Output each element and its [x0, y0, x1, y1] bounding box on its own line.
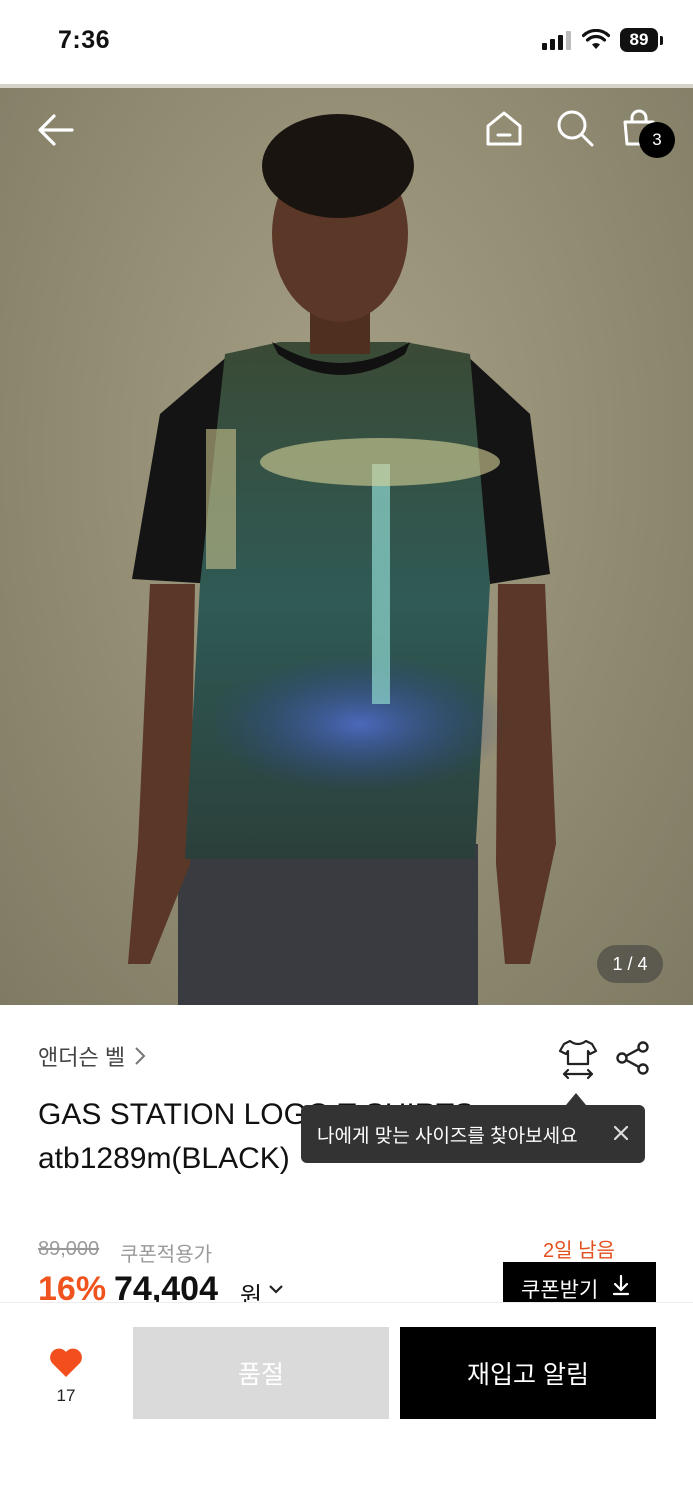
like-count: 17 [56, 1386, 76, 1405]
cart-count-badge: 3 [639, 122, 675, 158]
search-button[interactable] [555, 108, 595, 153]
share-icon [616, 1041, 649, 1075]
coupon-days-left: 2일 남음 [543, 1240, 615, 1262]
discount-percent: 16% [38, 1270, 107, 1302]
image-counter: 1 / 4 [597, 945, 663, 983]
heart-icon [50, 1348, 82, 1377]
restock-alert-button[interactable]: 재입고 알림 [400, 1327, 656, 1419]
tooltip-arrow [566, 1093, 586, 1105]
get-coupon-button[interactable]: 쿠폰받기 [503, 1262, 656, 1302]
tooltip-text: 나에게 맞는 사이즈를 찾아보세요 [317, 1125, 578, 1147]
share-button[interactable] [615, 1040, 651, 1081]
price-detail-toggle[interactable] [268, 1282, 284, 1300]
product-photo [128, 114, 556, 1005]
bottom-action-bar: 17 품절 재입고 알림 [0, 1302, 693, 1500]
soldout-button[interactable]: 품절 [133, 1327, 389, 1419]
currency-unit: 원 [240, 1283, 263, 1302]
download-icon [613, 1274, 630, 1296]
size-guide-button[interactable] [558, 1038, 598, 1085]
status-icons: 89 [542, 28, 663, 52]
close-icon [613, 1125, 629, 1141]
status-bar: 7:36 89 [0, 0, 693, 82]
chevron-down-icon [269, 1285, 283, 1294]
back-button[interactable] [36, 110, 76, 155]
sale-price: 74,404 [114, 1270, 218, 1302]
status-time: 7:36 [58, 26, 111, 54]
brand-link[interactable]: 앤더슨 벨 [38, 1040, 147, 1072]
arrow-left-icon [38, 114, 74, 146]
like-button[interactable]: 17 [36, 1347, 96, 1406]
tooltip-close-button[interactable] [611, 1123, 631, 1149]
cellular-signal-icon [542, 31, 571, 50]
product-image[interactable] [0, 84, 693, 1005]
wifi-icon [582, 29, 610, 49]
tshirt-size-icon [558, 1039, 598, 1080]
battery-icon: 89 [620, 28, 663, 52]
price-section: 89,000 쿠폰적용가 16% 74,404 원 2일 남음 쿠폰받기 [38, 1230, 658, 1302]
size-tooltip: 나에게 맞는 사이즈를 찾아보세요 [301, 1105, 645, 1163]
home-button[interactable] [484, 108, 524, 153]
chevron-right-icon [135, 1047, 146, 1065]
home-icon [486, 111, 522, 146]
battery-level: 89 [620, 28, 658, 52]
brand-name: 앤더슨 벨 [38, 1045, 126, 1070]
original-price: 89,000 [38, 1238, 100, 1260]
get-coupon-label: 쿠폰받기 [521, 1279, 599, 1302]
search-icon [557, 110, 594, 147]
coupon-price-label: 쿠폰적용가 [120, 1244, 212, 1266]
